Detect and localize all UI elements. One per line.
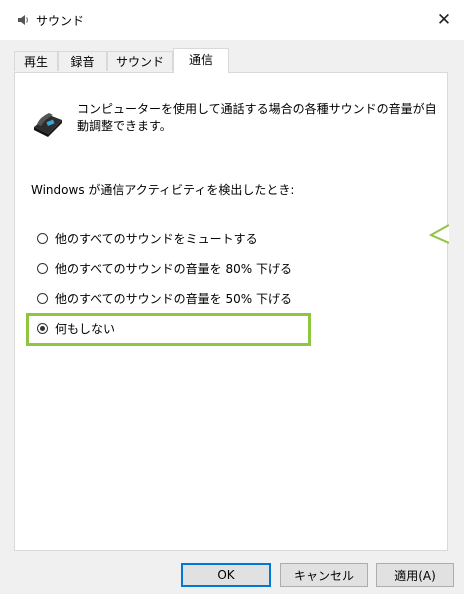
radio-button[interactable] bbox=[37, 232, 48, 244]
radio-button-selected[interactable] bbox=[37, 322, 48, 334]
option-label: 他のすべてのサウンドの音量を 50% 下げる bbox=[55, 291, 292, 306]
ok-button[interactable]: OK bbox=[181, 563, 271, 587]
title-bar: サウンド ✕ bbox=[0, 0, 464, 40]
option-reduce-50[interactable]: 他のすべてのサウンドの音量を 50% 下げる bbox=[37, 289, 292, 307]
option-mute-all[interactable]: 他のすべてのサウンドをミュートする bbox=[37, 229, 258, 247]
detect-label: Windows が通信アクティビティを検出したとき: bbox=[31, 183, 295, 197]
tab-communications[interactable]: 通信 bbox=[173, 48, 229, 73]
cancel-button[interactable]: キャンセル bbox=[280, 563, 368, 587]
tab-sounds[interactable]: サウンド bbox=[107, 51, 173, 71]
close-button[interactable]: ✕ bbox=[424, 0, 464, 40]
option-do-nothing[interactable]: 何もしない bbox=[37, 319, 115, 337]
window-title: サウンド bbox=[36, 14, 85, 28]
option-label: 他のすべてのサウンドをミュートする bbox=[55, 231, 258, 246]
description-text: コンピューターを使用して通話する場合の各種サウンドの音量が自動調整できます。 bbox=[77, 102, 437, 133]
close-icon: ✕ bbox=[436, 10, 452, 30]
arrow-callout-icon bbox=[429, 224, 449, 244]
radio-button[interactable] bbox=[37, 292, 48, 304]
apply-button[interactable]: 適用(A) bbox=[376, 563, 454, 587]
option-label: 他のすべてのサウンドの音量を 80% 下げる bbox=[55, 261, 292, 276]
radio-button[interactable] bbox=[37, 262, 48, 274]
tab-recording[interactable]: 録音 bbox=[58, 51, 107, 71]
communications-panel: コンピューターを使用して通話する場合の各種サウンドの音量が自動調整できます。 W… bbox=[14, 72, 449, 551]
speaker-icon bbox=[18, 15, 29, 25]
option-label: 何もしない bbox=[55, 321, 116, 336]
tab-playback[interactable]: 再生 bbox=[14, 51, 58, 71]
telephone-icon bbox=[34, 113, 62, 137]
option-reduce-80[interactable]: 他のすべてのサウンドの音量を 80% 下げる bbox=[37, 259, 292, 277]
